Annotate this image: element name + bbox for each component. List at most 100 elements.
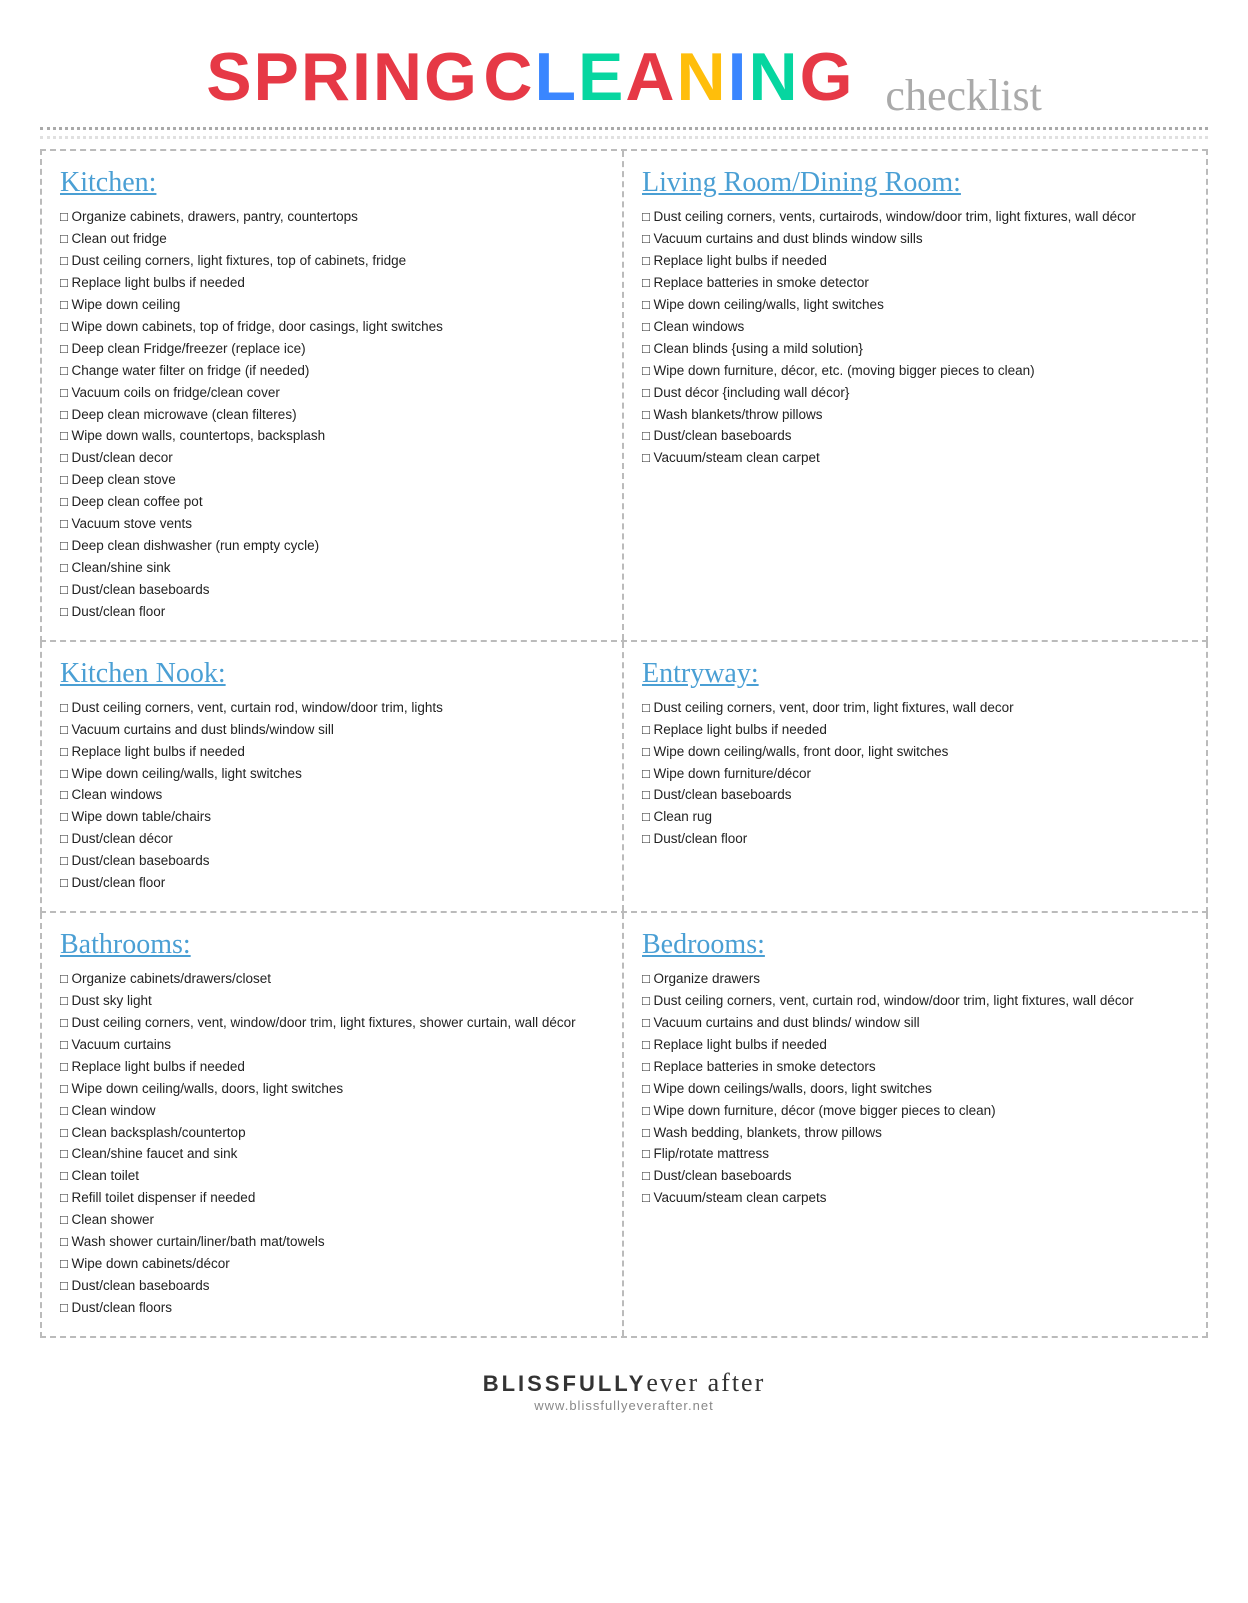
entryway-section: Entryway: Dust ceiling corners, vent, do…: [624, 642, 1206, 911]
list-item: Dust/clean baseboards: [642, 1166, 1188, 1187]
list-item: Clean toilet: [60, 1166, 604, 1187]
list-item: Vacuum curtains and dust blinds/ window …: [642, 1013, 1188, 1034]
list-item: Wipe down ceiling/walls, front door, lig…: [642, 742, 1188, 763]
page-header: SPRING CLEANING checklist: [40, 20, 1208, 139]
list-item: Dust décor {including wall décor}: [642, 383, 1188, 404]
list-item: Replace light bulbs if needed: [60, 742, 604, 763]
list-item: Refill toilet dispenser if needed: [60, 1188, 604, 1209]
list-item: Replace batteries in smoke detectors: [642, 1057, 1188, 1078]
list-item: Dust ceiling corners, light fixtures, to…: [60, 251, 604, 272]
list-item: Wash blankets/throw pillows: [642, 405, 1188, 426]
entryway-list: Dust ceiling corners, vent, door trim, l…: [642, 698, 1188, 850]
list-item: Wipe down table/chairs: [60, 807, 604, 828]
list-item: Vacuum curtains: [60, 1035, 604, 1056]
list-item: Wipe down cabinets, top of fridge, door …: [60, 317, 604, 338]
list-item: Replace light bulbs if needed: [642, 1035, 1188, 1056]
list-item: Dust ceiling corners, vent, door trim, l…: [642, 698, 1188, 719]
list-item: Vacuum curtains and dust blinds window s…: [642, 229, 1188, 250]
list-item: Clean rug: [642, 807, 1188, 828]
list-item: Wipe down furniture/décor: [642, 764, 1188, 785]
list-item: Wipe down ceiling/walls, light switches: [642, 295, 1188, 316]
list-item: Dust/clean floor: [60, 602, 604, 623]
title-cleaning: CLEANING: [483, 39, 875, 115]
list-item: Replace light bulbs if needed: [642, 720, 1188, 741]
kitchen-section: Kitchen: Organize cabinets, drawers, pan…: [42, 151, 624, 640]
list-item: Dust ceiling corners, vent, curtain rod,…: [60, 698, 604, 719]
list-item: Dust ceiling corners, vent, curtain rod,…: [642, 991, 1188, 1012]
list-item: Wipe down cabinets/décor: [60, 1254, 604, 1275]
list-item: Organize drawers: [642, 969, 1188, 990]
list-item: Dust/clean floors: [60, 1298, 604, 1319]
list-item: Wipe down furniture, décor (move bigger …: [642, 1101, 1188, 1122]
list-item: Clean/shine faucet and sink: [60, 1144, 604, 1165]
title-checklist: checklist: [885, 71, 1041, 120]
list-item: Dust/clean baseboards: [60, 1276, 604, 1297]
kitchen-list: Organize cabinets, drawers, pantry, coun…: [60, 207, 604, 623]
list-item: Flip/rotate mattress: [642, 1144, 1188, 1165]
kitchen-nook-title: Kitchen Nook:: [60, 658, 604, 690]
row-1: Kitchen: Organize cabinets, drawers, pan…: [40, 149, 1208, 642]
list-item: Wash bedding, blankets, throw pillows: [642, 1123, 1188, 1144]
list-item: Deep clean dishwasher (run empty cycle): [60, 536, 604, 557]
list-item: Clean/shine sink: [60, 558, 604, 579]
list-item: Dust/clean decor: [60, 448, 604, 469]
bedrooms-title: Bedrooms:: [642, 929, 1188, 961]
entryway-title: Entryway:: [642, 658, 1188, 690]
list-item: Vacuum/steam clean carpet: [642, 448, 1188, 469]
kitchen-nook-list: Dust ceiling corners, vent, curtain rod,…: [60, 698, 604, 894]
list-item: Dust/clean baseboards: [642, 785, 1188, 806]
footer-url: www.blissfullyeverafter.net: [40, 1398, 1208, 1413]
list-item: Dust/clean baseboards: [60, 580, 604, 601]
list-item: Clean windows: [642, 317, 1188, 338]
bedrooms-section: Bedrooms: Organize drawers Dust ceiling …: [624, 913, 1206, 1336]
list-item: Dust/clean baseboards: [60, 851, 604, 872]
list-item: Clean blinds {using a mild solution}: [642, 339, 1188, 360]
footer-ever-after: ever after: [646, 1368, 765, 1397]
bathrooms-list: Organize cabinets/drawers/closet Dust sk…: [60, 969, 604, 1319]
list-item: Replace light bulbs if needed: [60, 1057, 604, 1078]
list-item: Vacuum/steam clean carpets: [642, 1188, 1188, 1209]
list-item: Deep clean stove: [60, 470, 604, 491]
list-item: Clean windows: [60, 785, 604, 806]
header-divider: [40, 127, 1208, 130]
living-room-list: Dust ceiling corners, vents, curtairods,…: [642, 207, 1188, 469]
bedrooms-list: Organize drawers Dust ceiling corners, v…: [642, 969, 1188, 1209]
list-item: Deep clean microwave (clean filteres): [60, 405, 604, 426]
list-item: Replace light bulbs if needed: [60, 273, 604, 294]
list-item: Vacuum stove vents: [60, 514, 604, 535]
living-room-section: Living Room/Dining Room: Dust ceiling co…: [624, 151, 1206, 640]
kitchen-title: Kitchen:: [60, 167, 604, 199]
list-item: Clean out fridge: [60, 229, 604, 250]
list-item: Clean shower: [60, 1210, 604, 1231]
title-spring: SPRING: [206, 39, 479, 115]
list-item: Vacuum coils on fridge/clean cover: [60, 383, 604, 404]
list-item: Deep clean coffee pot: [60, 492, 604, 513]
page-footer: BLISSFULLYever after www.blissfullyevera…: [40, 1358, 1208, 1413]
list-item: Wipe down ceiling/walls, doors, light sw…: [60, 1079, 604, 1100]
list-item: Dust/clean floor: [60, 873, 604, 894]
list-item: Organize cabinets, drawers, pantry, coun…: [60, 207, 604, 228]
list-item: Dust sky light: [60, 991, 604, 1012]
list-item: Wash shower curtain/liner/bath mat/towel…: [60, 1232, 604, 1253]
list-item: Vacuum curtains and dust blinds/window s…: [60, 720, 604, 741]
list-item: Wipe down walls, countertops, backsplash: [60, 426, 604, 447]
kitchen-nook-section: Kitchen Nook: Dust ceiling corners, vent…: [42, 642, 624, 911]
row-2: Kitchen Nook: Dust ceiling corners, vent…: [40, 642, 1208, 913]
list-item: Wipe down furniture, décor, etc. (moving…: [642, 361, 1188, 382]
list-item: Organize cabinets/drawers/closet: [60, 969, 604, 990]
list-item: Deep clean Fridge/freezer (replace ice): [60, 339, 604, 360]
row-3: Bathrooms: Organize cabinets/drawers/clo…: [40, 913, 1208, 1338]
list-item: Replace light bulbs if needed: [642, 251, 1188, 272]
list-item: Replace batteries in smoke detector: [642, 273, 1188, 294]
bathrooms-section: Bathrooms: Organize cabinets/drawers/clo…: [42, 913, 624, 1336]
list-item: Dust/clean baseboards: [642, 426, 1188, 447]
list-item: Dust/clean décor: [60, 829, 604, 850]
list-item: Clean window: [60, 1101, 604, 1122]
list-item: Dust/clean floor: [642, 829, 1188, 850]
list-item: Wipe down ceilings/walls, doors, light s…: [642, 1079, 1188, 1100]
list-item: Change water filter on fridge (if needed…: [60, 361, 604, 382]
main-title: SPRING CLEANING checklist: [40, 38, 1208, 121]
living-room-title: Living Room/Dining Room:: [642, 167, 1188, 199]
footer-brand: BLISSFULLYever after: [40, 1368, 1208, 1398]
list-item: Dust ceiling corners, vent, window/door …: [60, 1013, 604, 1034]
